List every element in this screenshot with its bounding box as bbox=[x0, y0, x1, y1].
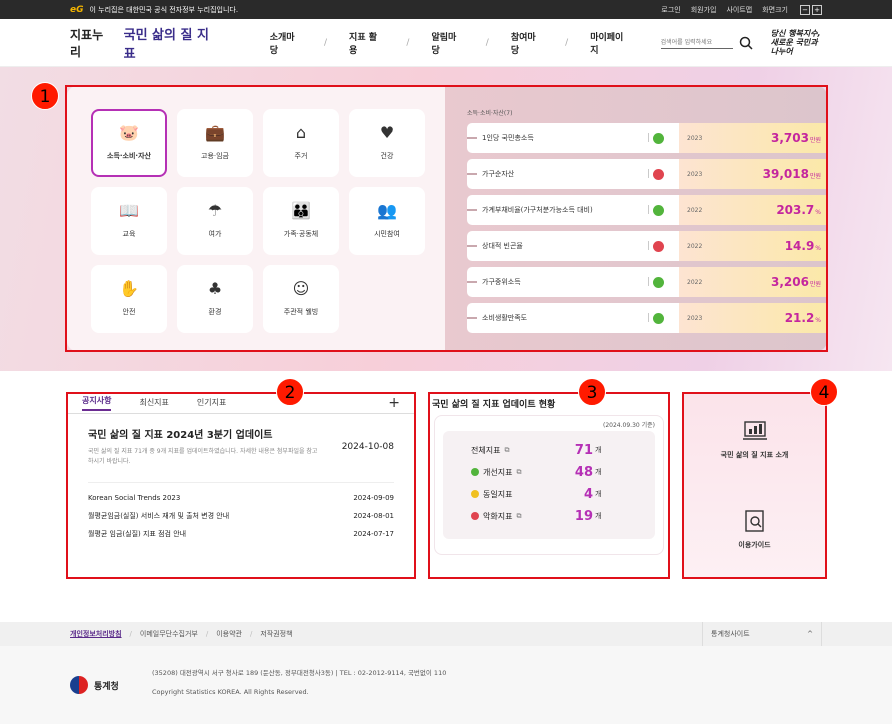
annotation-badge-3: 3 bbox=[578, 378, 606, 406]
annotation-badge-4: 4 bbox=[810, 378, 838, 406]
brand-main: 국민 삶의 질 지표 bbox=[123, 27, 209, 62]
chevron-up-icon: ^ bbox=[807, 630, 813, 638]
family-site-select[interactable]: 통계청사이트 ^ bbox=[702, 622, 822, 646]
sitemap-link[interactable]: 사이트맵 bbox=[726, 5, 752, 15]
annotation-badge-1: 1 bbox=[31, 82, 59, 110]
nav-participation[interactable]: 참여마당 bbox=[511, 30, 543, 56]
annotation-box-1 bbox=[65, 85, 828, 352]
terms-link[interactable]: 이용약관 bbox=[216, 629, 242, 639]
main-nav: 소개마당 / 지표 활용 / 알림마당 / 참여마당 / 마이페이지 bbox=[270, 30, 631, 56]
footer-links-bar: 개인정보처리방침 / 이메일무단수집거부 / 이용약관 / 저작권정책 통계청사이트 ^ bbox=[0, 622, 892, 646]
copyright-policy-link[interactable]: 저작권정책 bbox=[260, 629, 292, 639]
footer-copyright: Copyright Statistics KOREA. All Rights R… bbox=[152, 688, 309, 696]
footer-org-name: 통계청 bbox=[94, 681, 119, 692]
privacy-policy-link[interactable]: 개인정보처리방침 bbox=[70, 629, 122, 639]
egov-logo: eG bbox=[70, 4, 84, 15]
site-footer: 통계청 (35208) 대전광역시 서구 청사로 189 (둔산동, 정부대전청… bbox=[0, 646, 892, 724]
signup-link[interactable]: 회원가입 bbox=[691, 5, 717, 15]
footer-logo: 통계청 bbox=[70, 664, 152, 706]
footer-address: (35208) 대전광역시 서구 청사로 189 (둔산동, 정부대전청사3동)… bbox=[152, 669, 447, 677]
nav-intro[interactable]: 소개마당 bbox=[270, 30, 302, 56]
email-refusal-link[interactable]: 이메일무단수집거부 bbox=[140, 629, 198, 639]
taegeuk-logo-icon bbox=[70, 676, 88, 694]
nav-indicator-use[interactable]: 지표 활용 bbox=[349, 30, 384, 56]
zoom-out-button[interactable]: − bbox=[800, 4, 810, 15]
utility-links: 로그인 회원가입 사이트맵 화면크기 − + bbox=[661, 4, 822, 15]
annotation-badge-2: 2 bbox=[276, 378, 304, 406]
site-header: 지표누리 국민 삶의 질 지표 소개마당 / 지표 활용 / 알림마당 / 참여마당 /… bbox=[0, 19, 892, 67]
zoom-in-button[interactable]: + bbox=[812, 4, 822, 15]
gov-notice-bar: eG 이 누리집은 대한민국 공식 전자정부 누리집입니다. 로그인 회원가입 … bbox=[0, 0, 892, 19]
annotation-box-3 bbox=[428, 392, 670, 579]
brand-logo[interactable]: 지표누리 국민 삶의 질 지표 bbox=[70, 24, 220, 62]
login-link[interactable]: 로그인 bbox=[661, 5, 680, 15]
nav-mypage[interactable]: 마이페이지 bbox=[590, 30, 630, 56]
search-icon[interactable] bbox=[739, 36, 753, 50]
nav-news[interactable]: 알림마당 bbox=[431, 30, 463, 56]
annotation-box-2 bbox=[66, 392, 416, 579]
search-box: 검색어를 입력하세요 bbox=[660, 36, 753, 50]
annotation-box-4 bbox=[682, 392, 827, 579]
gov-notice-text: 이 누리집은 대한민국 공식 전자정부 누리집입니다. bbox=[89, 5, 239, 14]
slogan-handwriting: 당신 행복지수, 새로운 국민과 나누어 bbox=[770, 29, 821, 56]
family-site-label: 통계청사이트 bbox=[711, 630, 750, 638]
brand-small: 지표누리 bbox=[70, 27, 104, 59]
font-size-label: 화면크기 bbox=[762, 5, 788, 14]
search-input[interactable]: 검색어를 입력하세요 bbox=[660, 37, 733, 49]
